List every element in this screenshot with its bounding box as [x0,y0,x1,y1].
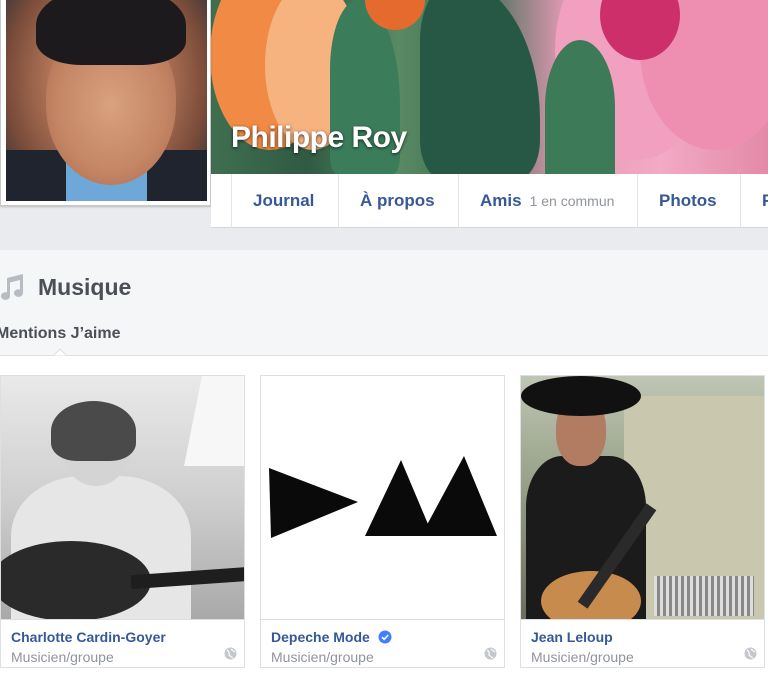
music-card-name-text: Depeche Mode [271,629,370,645]
avatar [6,0,207,201]
section-header: Musique Mentions J’aime [0,250,768,356]
tab-photos-label: Photos [659,191,717,210]
profile-picture[interactable] [0,0,211,206]
profile-name[interactable]: Philippe Roy [231,121,407,155]
globe-icon [224,647,237,660]
tab-amis-label: Amis [480,191,522,210]
music-card[interactable]: Charlotte Cardin-Goyer Musicien/groupe [0,375,245,668]
tab-mentions-jaime[interactable]: Mentions J’aime [0,325,120,343]
tab-more-label: F [762,191,768,210]
tab-photos[interactable]: Photos [637,174,741,228]
music-card-image[interactable] [1,376,244,620]
active-tab-caret-icon [53,348,67,356]
album-art-triangles [269,456,497,538]
music-card-name[interactable]: Depeche Mode [271,629,392,645]
mutual-friends-count: 1 en commun [529,193,615,209]
tab-apropos-label: À propos [360,191,435,210]
tab-journal[interactable]: Journal [231,174,339,228]
music-card-name[interactable]: Charlotte Cardin-Goyer [11,629,166,645]
music-card[interactable]: Depeche Mode Musicien/groupe [260,375,505,668]
globe-icon [744,647,757,660]
globe-icon [484,647,497,660]
music-card-category: Musicien/groupe [531,649,634,665]
music-note-icon [1,274,24,300]
tab-more[interactable]: F [740,174,768,228]
tab-journal-label: Journal [253,191,315,210]
verified-badge-icon [378,630,392,644]
music-card-name[interactable]: Jean Leloup [531,629,613,645]
music-card[interactable]: Jean Leloup Musicien/groupe [520,375,765,668]
tab-apropos[interactable]: À propos [338,174,459,228]
music-card-category: Musicien/groupe [271,649,374,665]
profile-nav: Journal À propos Amis 1 en commun Photos… [211,174,768,228]
music-card-image[interactable] [261,376,504,620]
section-title[interactable]: Musique [38,274,131,301]
tab-amis[interactable]: Amis 1 en commun [458,174,639,228]
music-section: Musique Mentions J’aime Charlotte Cardin… [0,250,768,673]
music-card-category: Musicien/groupe [11,649,114,665]
music-card-image[interactable] [521,376,764,620]
